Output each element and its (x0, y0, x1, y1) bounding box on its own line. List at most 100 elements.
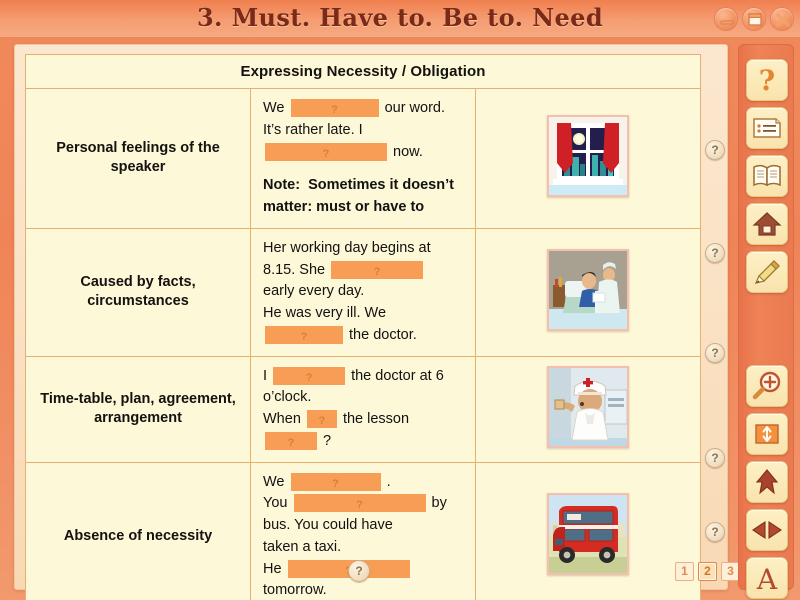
left-right-arrows-icon (752, 520, 782, 540)
sentence-text: We (263, 100, 285, 116)
illustration-cell (475, 227, 701, 357)
answer-blank[interactable] (331, 260, 424, 279)
sentence-line: taken a taxi. (263, 537, 465, 559)
sentence-text: the lesson (342, 411, 410, 427)
sentence-text: now. (393, 143, 423, 160)
font-tool-button[interactable]: A (746, 557, 788, 599)
bottom-help-button[interactable]: ? (348, 560, 370, 582)
up-arrow-icon (755, 469, 779, 495)
row-note: Note: Sometimes it doesn’t matter: must … (263, 175, 465, 219)
close-icon (776, 13, 790, 27)
sentence-text: We (263, 473, 285, 490)
sentence-line: We . (263, 472, 465, 494)
lesson-panel: Expressing Necessity / Obligation Persona… (14, 44, 728, 600)
up-arrow-tool-button[interactable] (746, 461, 788, 503)
window-title-bar: 3. Must. Have to. Be to. Need (0, 0, 800, 38)
question-mark-icon: ? (759, 64, 775, 97)
answer-blank[interactable] (273, 366, 346, 385)
close-button[interactable] (770, 7, 794, 31)
row-help-button-4[interactable]: ? (705, 448, 725, 468)
minimize-button[interactable] (714, 7, 738, 31)
page-title: 3. Must. Have to. Be to. Need (196, 3, 604, 32)
sentence-text: I (263, 367, 268, 384)
dictionary-tool-button[interactable] (746, 155, 788, 197)
sentence-text: You (263, 495, 288, 512)
sentence-line: He was very ill. We the doctor. (263, 303, 465, 347)
category-cell: Time-table, plan, agreement, arrangement (25, 355, 251, 463)
sentence-line: We our word. (263, 98, 465, 120)
home-tool-button[interactable] (746, 203, 788, 245)
table-row: Personal feelings of the speakerWe our w… (25, 88, 701, 229)
maximize-icon (748, 13, 762, 26)
category-cell: Personal feelings of the speaker (25, 88, 251, 229)
illustration-cell (475, 88, 701, 229)
letter-a-icon: A (756, 563, 778, 596)
table-row: Caused by facts, circumstances Her workin… (25, 227, 701, 357)
footer-note-help-button[interactable]: ? (705, 522, 725, 542)
sentence-line: It’s rather late. I now. (263, 120, 465, 164)
maximize-button[interactable] (742, 7, 766, 31)
row-help-button-2[interactable]: ? (705, 243, 725, 263)
sentence-text: early every day. (263, 283, 365, 300)
sentences-cell: We our word. It’s rather late. I now. No… (250, 88, 476, 229)
horizontal-arrows-tool-button[interactable] (746, 509, 788, 551)
answer-blank[interactable] (290, 472, 381, 491)
sentence-line: Her working day begins at 8.15. She (263, 238, 465, 282)
pagination: 123 (675, 562, 740, 581)
house-icon (752, 212, 782, 236)
red-double-decker-bus-thumbnail[interactable] (547, 493, 629, 576)
sentence-text: . (386, 473, 391, 490)
answer-blank[interactable] (306, 410, 337, 429)
sentence-text: the doctor. (349, 326, 417, 343)
sentence-line: When the lesson ? (263, 409, 465, 453)
sentence-text: our word. (384, 100, 446, 116)
illustration-cell (475, 461, 701, 600)
table-row: Time-table, plan, agreement, arrangement… (25, 355, 701, 463)
sentence-text: He was very ill. We (263, 305, 387, 321)
sentence-line: You by bus. You could have (263, 493, 465, 537)
sentence-text: tomorrow. (263, 582, 327, 599)
magnifier-plus-icon (752, 371, 781, 400)
answer-blank[interactable] (265, 325, 343, 344)
svg-text:?: ? (759, 64, 775, 97)
help-tool-button[interactable]: ? (746, 59, 788, 101)
vertical-resize-icon (755, 424, 779, 444)
resize-vertical-tool-button[interactable] (746, 413, 788, 455)
table-header-title: Expressing Necessity / Obligation (25, 54, 701, 89)
svg-text:A: A (756, 563, 778, 596)
pencil-tool-button[interactable] (746, 251, 788, 293)
category-cell: Caused by facts, circumstances (25, 227, 251, 357)
sentence-text: ? (323, 432, 332, 449)
page-number-button[interactable]: 1 (675, 562, 694, 581)
page-number-button[interactable]: 2 (698, 562, 717, 581)
table-header-row: Expressing Necessity / Obligation (25, 54, 701, 89)
night-window-thumbnail[interactable] (547, 114, 629, 197)
sentences-cell: Her working day begins at 8.15. She earl… (250, 227, 476, 357)
zoom-in-tool-button[interactable] (746, 365, 788, 407)
grammar-table: Expressing Necessity / Obligation Persona… (25, 54, 701, 600)
answer-blank[interactable] (290, 99, 379, 118)
document-list-icon (753, 118, 781, 138)
pencil-icon (754, 260, 780, 284)
category-cell: Absence of necessity (25, 461, 251, 600)
sentence-text: He (263, 560, 282, 577)
sentences-cell: I the doctor at 6 o’clock. When the less… (250, 355, 476, 463)
illustration-cell (475, 355, 701, 463)
sentence-text: When (263, 411, 301, 427)
tasks-tool-button[interactable] (746, 107, 788, 149)
row-note-label: Note: (263, 177, 301, 194)
doctor-thumbnail[interactable] (547, 365, 629, 448)
sentence-text: taken a taxi. (263, 538, 342, 555)
row-help-button-3[interactable]: ? (705, 343, 725, 363)
sentence-line: I the doctor at 6 o’clock. (263, 366, 465, 410)
open-book-icon (753, 164, 781, 187)
answer-blank[interactable] (265, 431, 317, 450)
sentence-line: early every day. (263, 281, 465, 303)
sentence-text: It’s rather late. I (263, 121, 363, 138)
answer-blank[interactable] (265, 142, 387, 161)
right-toolbar: ? A (738, 44, 794, 599)
patient-in-bed-thumbnail[interactable] (547, 248, 629, 331)
row-help-button-1[interactable]: ? (705, 140, 725, 160)
minimize-icon (720, 20, 734, 25)
answer-blank[interactable] (293, 494, 426, 513)
